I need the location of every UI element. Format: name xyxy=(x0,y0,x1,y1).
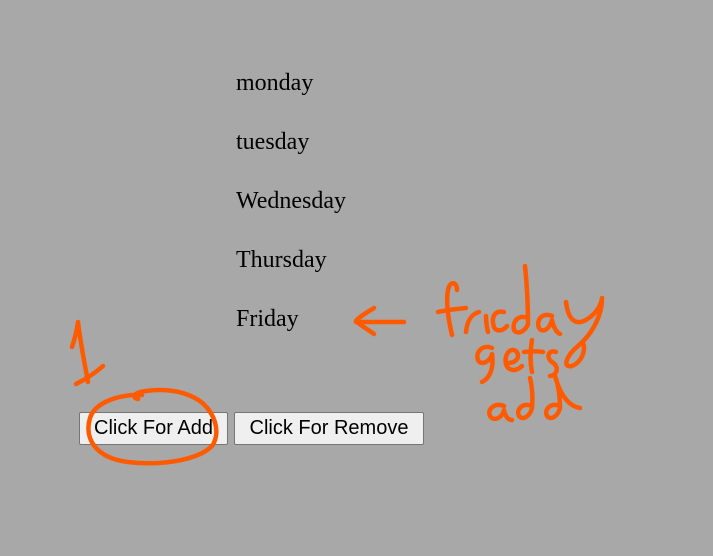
add-button[interactable]: Click For Add xyxy=(79,412,228,445)
remove-button[interactable]: Click For Remove xyxy=(234,412,424,445)
day-item-wednesday: Wednesday xyxy=(236,188,347,214)
left-arrow-annotation xyxy=(353,305,407,337)
day-item-tuesday: tuesday xyxy=(236,129,310,155)
page: monday tuesday Wednesday Thursday Friday… xyxy=(0,0,713,556)
handwritten-note xyxy=(435,263,605,423)
day-item-monday: monday xyxy=(236,70,314,96)
day-list: monday tuesday Wednesday Thursday Friday xyxy=(236,66,346,361)
handwritten-annotations xyxy=(69,263,605,466)
step-number-annotation xyxy=(69,319,106,387)
day-item-friday: Friday xyxy=(236,306,299,332)
day-item-thursday: Thursday xyxy=(236,247,327,273)
